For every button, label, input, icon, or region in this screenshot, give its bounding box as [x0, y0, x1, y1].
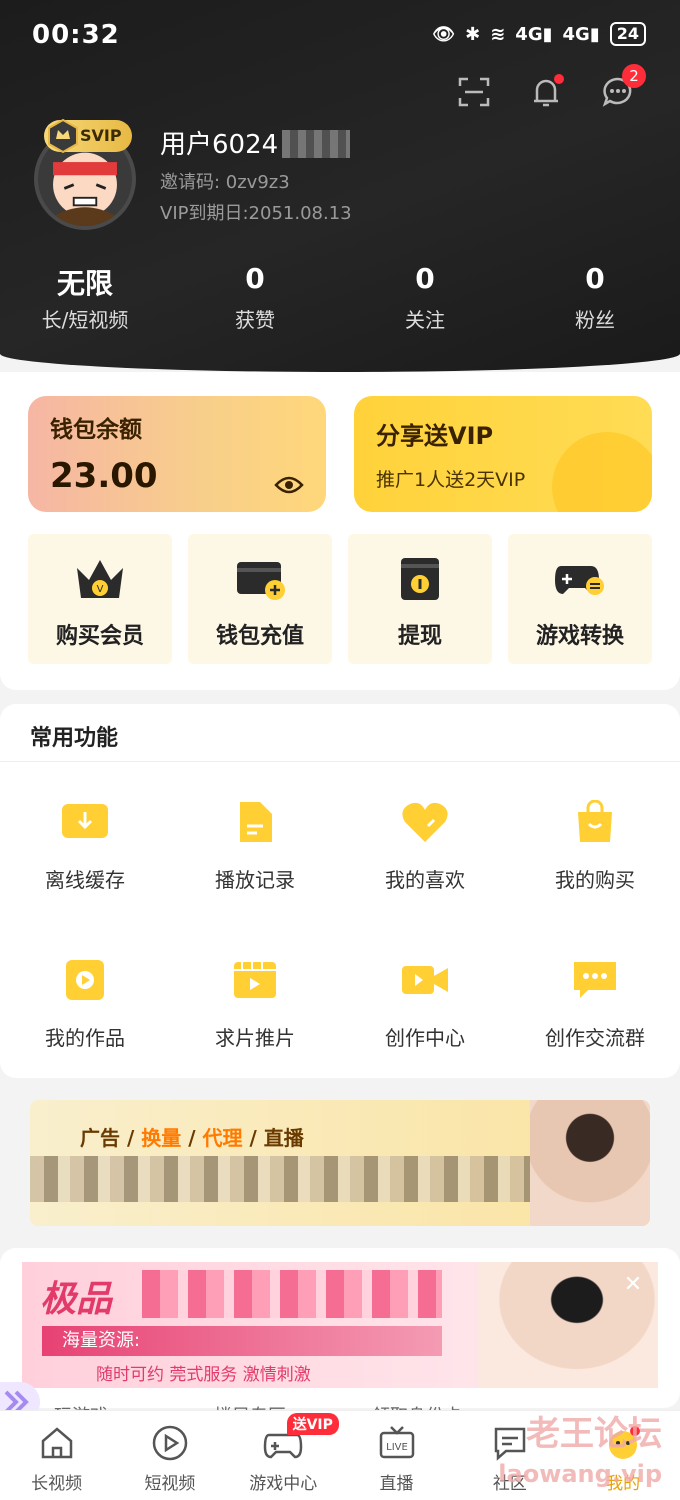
username-redacted — [282, 130, 350, 158]
signal-icon-1: 4G▮ — [515, 23, 553, 45]
stat-videos[interactable]: 无限 长/短视频 — [0, 262, 170, 333]
message-icon[interactable]: 2 — [600, 64, 646, 110]
quick-actions: V 购买会员 钱包充值 提现 游戏转换 — [28, 534, 652, 664]
film-icon — [234, 962, 276, 998]
document-icon — [240, 802, 272, 842]
home-icon — [41, 1427, 72, 1459]
ad-image — [530, 1100, 650, 1226]
game-exchange-button[interactable]: 游戏转换 — [508, 534, 652, 664]
notification-dot — [554, 74, 564, 84]
battery-icon: 24 — [609, 22, 646, 46]
ad-popup-source: 海量资源: — [42, 1326, 442, 1356]
gamepad-exchange-icon — [555, 566, 604, 595]
bell-icon[interactable] — [528, 74, 564, 110]
bluetooth-icon: ✱ — [465, 23, 481, 45]
chat-icon — [574, 962, 616, 998]
play-history-item[interactable]: 播放记录 — [170, 776, 340, 934]
eye-icon[interactable] — [274, 474, 304, 496]
svip-badge: SVIP — [44, 118, 132, 154]
request-films-item[interactable]: 求片推片 — [170, 934, 340, 1092]
withdraw-button[interactable]: 提现 — [348, 534, 492, 664]
wallet-recharge-button[interactable]: 钱包充值 — [188, 534, 332, 664]
common-title: 常用功能 — [0, 704, 680, 762]
crown-icon: V — [77, 560, 123, 598]
ad-redacted-text — [30, 1156, 590, 1202]
svg-text:LIVE: LIVE — [386, 1442, 408, 1453]
wallet-card[interactable]: 钱包余额 23.00 — [28, 396, 326, 512]
scan-icon[interactable] — [456, 74, 492, 110]
heart-icon — [402, 802, 448, 842]
wifi-icon: ≋ — [490, 23, 506, 45]
ad-tags: 广告 / 换量 / 代理 / 直播 — [80, 1126, 304, 1150]
vip-expiry: VIP到期日:2051.08.13 — [160, 203, 352, 224]
wallet-add-icon — [237, 562, 285, 600]
wallet-amount: 23.00 — [50, 456, 158, 496]
shopping-bag-icon — [578, 799, 612, 842]
wallet-title: 钱包余额 — [50, 417, 142, 443]
send-vip-badge: 送VIP — [286, 1413, 339, 1435]
balance-cards: 钱包余额 23.00 分享送VIP 推广1人送2天VIP — [28, 396, 652, 512]
ad-popup[interactable]: 极品 海量资源: 随时可约 莞式服务 激情刺激 ✕ — [22, 1262, 658, 1388]
my-purchases-item[interactable]: 我的购买 — [510, 776, 680, 934]
close-icon[interactable]: ✕ — [620, 1272, 646, 1298]
message-badge: 2 — [622, 64, 646, 88]
withdraw-icon — [401, 558, 439, 600]
status-time: 00:32 — [32, 20, 120, 50]
play-icon — [66, 960, 104, 1000]
tab-live[interactable]: LIVE 直播 — [340, 1411, 453, 1500]
svg-text:V: V — [97, 584, 104, 595]
ad-popup-sub: 随时可约 莞式服务 激情刺激 — [96, 1365, 311, 1385]
tab-game-center[interactable]: 送VIP 游戏中心 — [227, 1411, 340, 1500]
common-functions: 常用功能 离线缓存 播放记录 我的喜欢 我的购买 我的作品 求片推片 创作中心 — [0, 704, 680, 1078]
my-works-item[interactable]: 我的作品 — [0, 934, 170, 1092]
live-tv-icon: LIVE — [379, 1426, 414, 1459]
creator-center-item[interactable]: 创作中心 — [340, 934, 510, 1092]
stat-fans[interactable]: 0 粉丝 — [510, 262, 680, 333]
stat-likes[interactable]: 0 获赞 — [170, 262, 340, 333]
stat-following[interactable]: 0 关注 — [340, 262, 510, 333]
video-camera-icon — [402, 966, 448, 994]
ad-popup-headline: 极品 — [40, 1279, 113, 1320]
crown-icon — [46, 118, 80, 154]
ad-popup-redacted — [142, 1270, 442, 1318]
eye-comfort-icon: 👁 — [432, 23, 456, 45]
play-circle-icon — [152, 1425, 188, 1461]
watermark: 老王论坛 laowang.vip — [498, 1414, 662, 1488]
download-icon — [62, 804, 108, 838]
creator-group-item[interactable]: 创作交流群 — [510, 934, 680, 1092]
header-actions: 2 — [456, 64, 646, 110]
profile-stats: 无限 长/短视频 0 获赞 0 关注 0 粉丝 — [0, 262, 680, 333]
status-bar: 00:32 👁 ✱ ≋ 4G▮ 4G▮ 24 — [0, 0, 680, 70]
ad-banner[interactable]: 广告 / 换量 / 代理 / 直播 — [30, 1100, 650, 1226]
status-icons: 👁 ✱ ≋ 4G▮ 4G▮ 24 — [432, 22, 646, 46]
invite-code[interactable]: 邀请码: 0zv9z3 — [160, 168, 290, 194]
tab-long-video[interactable]: 长视频 — [0, 1411, 113, 1500]
share-vip-card[interactable]: 分享送VIP 推广1人送2天VIP — [354, 396, 652, 512]
username: 用户6024 — [160, 130, 279, 160]
my-likes-item[interactable]: 我的喜欢 — [340, 776, 510, 934]
offline-cache-item[interactable]: 离线缓存 — [0, 776, 170, 934]
buy-membership-button[interactable]: V 购买会员 — [28, 534, 172, 664]
tab-short-video[interactable]: 短视频 — [113, 1411, 226, 1500]
signal-icon-2: 4G▮ — [562, 23, 600, 45]
